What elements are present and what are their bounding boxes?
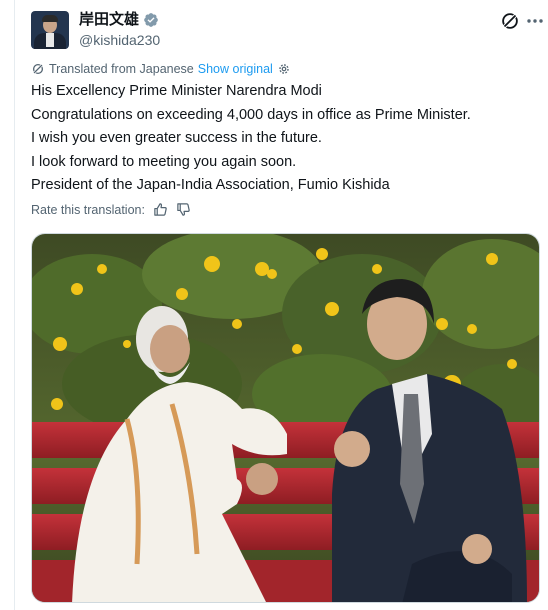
tweet-line: I wish you even greater success in the f… — [31, 130, 322, 146]
tweet-line: I look forward to meeting you again soon… — [31, 153, 297, 170]
thumbs-up-icon[interactable] — [153, 202, 168, 217]
handle[interactable]: @kishida230 — [79, 31, 160, 49]
avatar[interactable] — [31, 11, 69, 49]
tweet-text: His Excellency Prime Minister Narendra M… — [31, 80, 541, 198]
rate-translation: Rate this translation: — [31, 202, 191, 217]
tweet-photo[interactable] — [31, 233, 540, 603]
grok-icon[interactable] — [499, 10, 521, 32]
display-name[interactable]: 岸田文雄 — [79, 11, 139, 29]
translation-notice: Translated from Japanese Show original — [31, 62, 291, 76]
gear-icon[interactable] — [277, 62, 291, 76]
tweet-line: President of the Japan-India Association… — [31, 177, 390, 193]
show-original-link[interactable]: Show original — [198, 62, 273, 76]
tweet-card: 岸田文雄 @kishida230 Translated from Japanes… — [14, 0, 548, 610]
verified-badge-icon — [144, 13, 158, 27]
tweet-line: His Excellency Prime Minister Narendra M… — [31, 83, 322, 99]
more-icon[interactable] — [525, 14, 545, 28]
translated-label: Translated from Japanese — [49, 62, 194, 76]
tweet-line: Congratulations on exceeding 4,000 days … — [31, 106, 471, 123]
translate-icon — [32, 63, 44, 75]
author-name-row: 岸田文雄 — [79, 11, 159, 29]
rate-label: Rate this translation: — [31, 202, 145, 217]
thumbs-down-icon[interactable] — [176, 202, 191, 217]
photo-image — [32, 234, 539, 602]
